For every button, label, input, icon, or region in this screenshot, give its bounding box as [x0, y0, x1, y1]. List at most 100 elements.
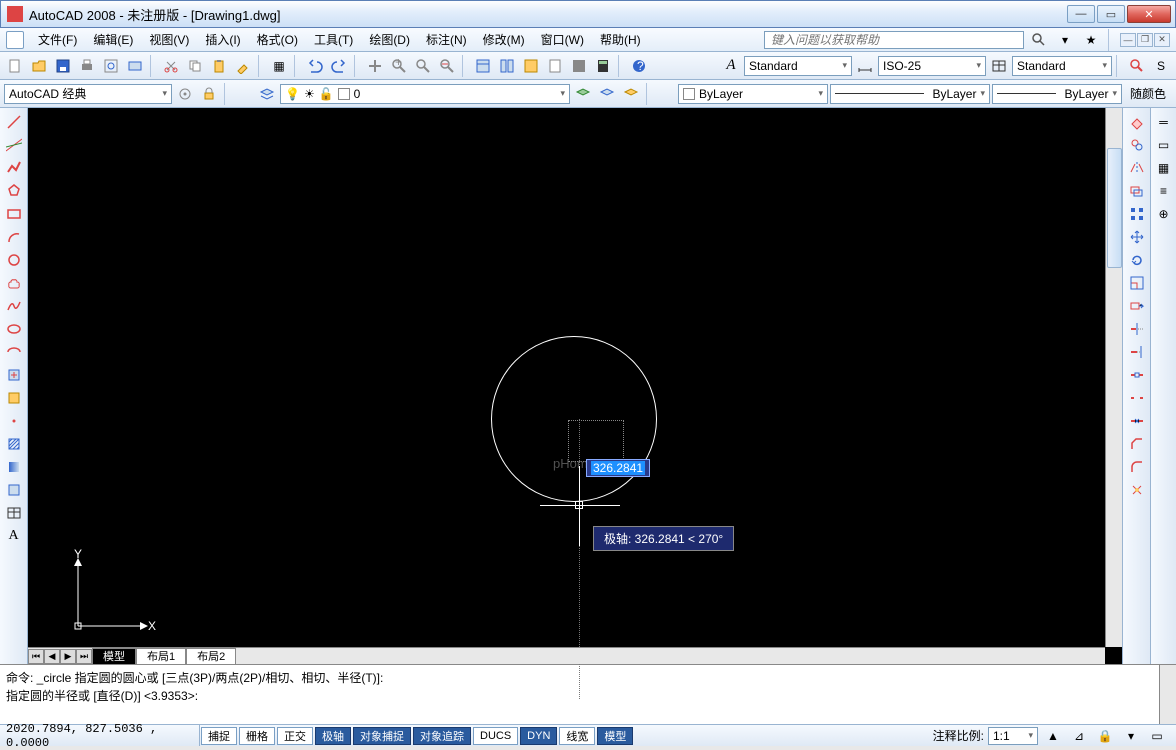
block-editor-icon[interactable]: ▦	[268, 55, 290, 77]
text-style-icon[interactable]: A	[720, 55, 742, 77]
menu-item[interactable]: 绘图(D)	[361, 27, 418, 52]
search-icon[interactable]	[1028, 29, 1050, 51]
standards-icon[interactable]: S	[1150, 55, 1172, 77]
array-icon[interactable]	[1126, 204, 1148, 224]
color-combo[interactable]: ByLayer▾	[678, 84, 828, 104]
workspace-combo[interactable]: AutoCAD 经典▾	[4, 84, 172, 104]
new-icon[interactable]	[4, 55, 26, 77]
copy-icon[interactable]	[184, 55, 206, 77]
join-icon[interactable]	[1126, 411, 1148, 431]
construction-line-icon[interactable]	[3, 135, 25, 155]
tool-palettes-icon[interactable]	[520, 55, 542, 77]
menu-item[interactable]: 视图(V)	[141, 27, 197, 52]
zoom-realtime-icon[interactable]: +	[388, 55, 410, 77]
point-icon[interactable]	[3, 411, 25, 431]
quickcalc-icon[interactable]	[592, 55, 614, 77]
menu-item[interactable]: 格式(O)	[249, 27, 306, 52]
vertical-scrollbar[interactable]	[1105, 108, 1122, 647]
doc-restore-button[interactable]: ❐	[1137, 33, 1153, 47]
tab-next-icon[interactable]: ▶	[60, 649, 76, 664]
tab-layout2[interactable]: 布局2	[186, 648, 236, 665]
erase-icon[interactable]	[1126, 112, 1148, 132]
close-button[interactable]: ✕	[1127, 5, 1171, 23]
favorites-icon[interactable]: ★	[1080, 29, 1102, 51]
status-toggle-DUCS[interactable]: DUCS	[473, 727, 518, 745]
annotation-visibility-icon[interactable]: ▲	[1042, 725, 1064, 747]
plot-preview-icon[interactable]	[100, 55, 122, 77]
publish-icon[interactable]	[124, 55, 146, 77]
circle-icon[interactable]	[3, 250, 25, 270]
break-at-point-icon[interactable]	[1126, 365, 1148, 385]
status-tray-lock-icon[interactable]: 🔒	[1094, 725, 1116, 747]
status-toggle-线宽[interactable]: 线宽	[559, 727, 595, 745]
status-toggle-捕捉[interactable]: 捕捉	[201, 727, 237, 745]
lineweight-combo[interactable]: ByLayer▾	[992, 84, 1122, 104]
properties-icon[interactable]	[472, 55, 494, 77]
polygon-icon[interactable]	[3, 181, 25, 201]
tab-model[interactable]: 模型	[92, 648, 136, 665]
table-style-icon[interactable]	[988, 55, 1010, 77]
dim-style-combo[interactable]: ISO-25▾	[878, 56, 986, 76]
menu-item[interactable]: 窗口(W)	[533, 27, 592, 52]
menu-item[interactable]: 修改(M)	[475, 27, 533, 52]
layer-states-icon[interactable]	[572, 83, 594, 105]
status-tray-settings-icon[interactable]: ▾	[1120, 725, 1142, 747]
workspace-settings-icon[interactable]	[174, 83, 196, 105]
mtext-icon[interactable]: A	[3, 526, 25, 546]
coordinates-display[interactable]: 2020.7894, 827.5036 , 0.0000	[0, 725, 200, 746]
layer-match-icon[interactable]	[620, 83, 642, 105]
status-toggle-对象捕捉[interactable]: 对象捕捉	[353, 727, 411, 745]
linetype-combo[interactable]: ByLayer▾	[830, 84, 990, 104]
doc-minimize-button[interactable]: —	[1120, 33, 1136, 47]
table-icon[interactable]	[3, 503, 25, 523]
toolbar-lock-icon[interactable]	[198, 83, 220, 105]
menu-item[interactable]: 工具(T)	[306, 27, 361, 52]
status-toggle-极轴[interactable]: 极轴	[315, 727, 351, 745]
offset-icon[interactable]	[1126, 181, 1148, 201]
zoom-window-icon[interactable]	[412, 55, 434, 77]
infocenter-dropdown-icon[interactable]: ▾	[1054, 29, 1076, 51]
sheet-set-icon[interactable]	[544, 55, 566, 77]
help-icon[interactable]: ?	[628, 55, 650, 77]
command-scrollbar[interactable]	[1159, 665, 1176, 724]
explode-icon[interactable]	[1126, 480, 1148, 500]
line-icon[interactable]	[3, 112, 25, 132]
hatch-icon[interactable]	[3, 434, 25, 454]
maximize-button[interactable]: ▭	[1097, 5, 1125, 23]
mirror-icon[interactable]	[1126, 158, 1148, 178]
status-toggle-对象追踪[interactable]: 对象追踪	[413, 727, 471, 745]
status-toggle-正交[interactable]: 正交	[277, 727, 313, 745]
ellipse-arc-icon[interactable]	[3, 342, 25, 362]
menu-item[interactable]: 帮助(H)	[592, 27, 649, 52]
region-icon[interactable]	[3, 480, 25, 500]
menu-item[interactable]: 标注(N)	[418, 27, 475, 52]
pan-icon[interactable]	[364, 55, 386, 77]
annotation-scale-combo[interactable]: 1:1▾	[988, 727, 1038, 745]
revision-cloud-icon[interactable]	[3, 273, 25, 293]
scale-icon[interactable]	[1126, 273, 1148, 293]
tab-last-icon[interactable]: ⏭	[76, 649, 92, 664]
menu-item[interactable]: 文件(F)	[30, 27, 85, 52]
ellipse-icon[interactable]	[3, 319, 25, 339]
dynamic-input[interactable]: 326.2841	[586, 459, 650, 477]
spline-icon[interactable]	[3, 296, 25, 316]
help-search-input[interactable]	[764, 31, 1024, 49]
annotation-autoscale-icon[interactable]: ⊿	[1068, 725, 1090, 747]
stretch-icon[interactable]	[1126, 296, 1148, 316]
trim-icon[interactable]	[1126, 319, 1148, 339]
table-style-combo[interactable]: Standard▾	[1012, 56, 1112, 76]
area-icon[interactable]: ▭	[1153, 135, 1175, 155]
move-icon[interactable]	[1126, 227, 1148, 247]
region-mass-icon[interactable]: ▦	[1153, 158, 1175, 178]
zoom-previous-icon[interactable]	[436, 55, 458, 77]
command-window[interactable]: 命令: _circle 指定圆的圆心或 [三点(3P)/两点(2P)/相切、相切…	[0, 664, 1176, 724]
rectangle-icon[interactable]	[3, 204, 25, 224]
menu-item[interactable]: 插入(I)	[197, 27, 248, 52]
undo-icon[interactable]	[304, 55, 326, 77]
minimize-button[interactable]: —	[1067, 5, 1095, 23]
doc-close-button[interactable]: ✕	[1154, 33, 1170, 47]
status-toggle-DYN[interactable]: DYN	[520, 727, 557, 745]
save-icon[interactable]	[52, 55, 74, 77]
design-center-icon[interactable]	[496, 55, 518, 77]
app-menu-icon[interactable]	[6, 31, 24, 49]
